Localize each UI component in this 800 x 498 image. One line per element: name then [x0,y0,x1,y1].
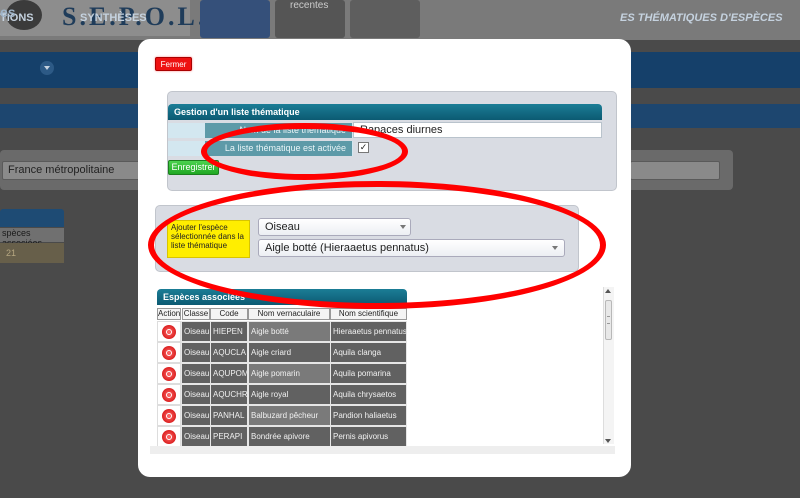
delete-icon[interactable] [162,409,176,423]
cell-scientifique: Aquila pomarina [330,363,407,384]
column-header-action: Action [157,308,181,320]
associated-species-header: Espèces associées [157,289,407,305]
list-active-label: La liste thématique est activée [205,141,352,156]
nav-item-syntheses[interactable]: SYNTHÈSES [80,12,147,24]
scroll-down-icon[interactable] [605,439,611,443]
save-button[interactable]: Enregistrer [168,160,219,175]
cell-classe: Oiseau [181,342,211,363]
cell-vernaculaire: Aigle royal [248,384,331,405]
delete-icon[interactable] [162,388,176,402]
species-select[interactable]: Aigle botté (Hieraaetus pennatus) [258,239,565,257]
cell-classe: Oiseau [181,384,211,405]
list-name-label: Nom de la liste thématique [205,123,352,138]
cell-vernaculaire: Balbuzard pêcheur [248,405,331,426]
table-row-action [157,426,181,447]
column-header-scientifique: Nom scientifique [330,308,407,320]
header-thumbnail-1[interactable] [200,0,270,38]
scroll-up-icon[interactable] [605,289,611,293]
region-select-value: France métropolitaine [8,164,115,176]
cell-classe: Oiseau [181,363,211,384]
list-management-header: Gestion d'un liste thématique [168,104,602,120]
delete-icon[interactable] [162,430,176,444]
cell-scientifique: Aquila clanga [330,342,407,363]
delete-icon[interactable] [162,346,176,360]
secondary-select[interactable] [630,161,720,180]
species-tab-label: spèces associées [0,228,64,248]
cell-vernaculaire: Aigle criard [248,342,331,363]
thumbnail-label: recentes [290,0,329,11]
nav-item-listes-thematiques[interactable]: ES THÉMATIQUES D'ESPÈCES [620,12,783,24]
class-select[interactable]: Oiseau [258,218,411,236]
column-header-vernaculaire: Nom vernaculaire [248,308,330,320]
scrollbar-thumb[interactable] [605,300,612,340]
cell-code: HIEPEN [210,321,248,342]
horizontal-scrollbar[interactable] [150,446,615,454]
cell-code: AQUPOM [210,363,248,384]
delete-icon[interactable] [162,367,176,381]
column-header-classe: Classe [182,308,210,320]
cell-classe: Oiseau [181,426,211,447]
table-row-action [157,342,181,363]
cell-vernaculaire: Bondrée apivore [248,426,331,447]
cell-scientifique: Pernis apivorus [330,426,407,447]
list-active-checkbox[interactable]: ✓ [358,142,369,153]
delete-icon[interactable] [162,325,176,339]
cell-classe: Oiseau [181,321,211,342]
cell-code: PERAPI [210,426,248,447]
chevron-down-icon [552,246,558,250]
species-tab-header [0,209,64,227]
table-row-action [157,363,181,384]
close-button[interactable]: Fermer [155,57,192,71]
cell-code: AQUCHR [210,384,248,405]
table-row-action [157,321,181,342]
cell-code: AQUCLA [210,342,248,363]
header-thumbnail-3[interactable] [350,0,420,38]
table-row-action [157,384,181,405]
add-species-label[interactable]: Ajouter l'espèce sélectionnée dans la li… [167,220,250,258]
cell-scientifique: Hieraaetus pennatus [330,321,407,342]
list-name-input[interactable] [353,122,602,138]
column-header-code: Code [210,308,248,320]
table-row-action [157,405,181,426]
cell-vernaculaire: Aigle botté [248,321,331,342]
cell-vernaculaire: Aigle pomarin [248,363,331,384]
cell-scientifique: Aquila chrysaetos [330,384,407,405]
species-tab-count: 21 [0,243,64,263]
chevron-down-icon [400,225,406,229]
cell-code: PANHAL [210,405,248,426]
nav-dropdown-icon[interactable] [40,61,54,75]
cell-scientifique: Pandion haliaetus [330,405,407,426]
cell-classe: Oiseau [181,405,211,426]
page-title: es [0,4,16,20]
